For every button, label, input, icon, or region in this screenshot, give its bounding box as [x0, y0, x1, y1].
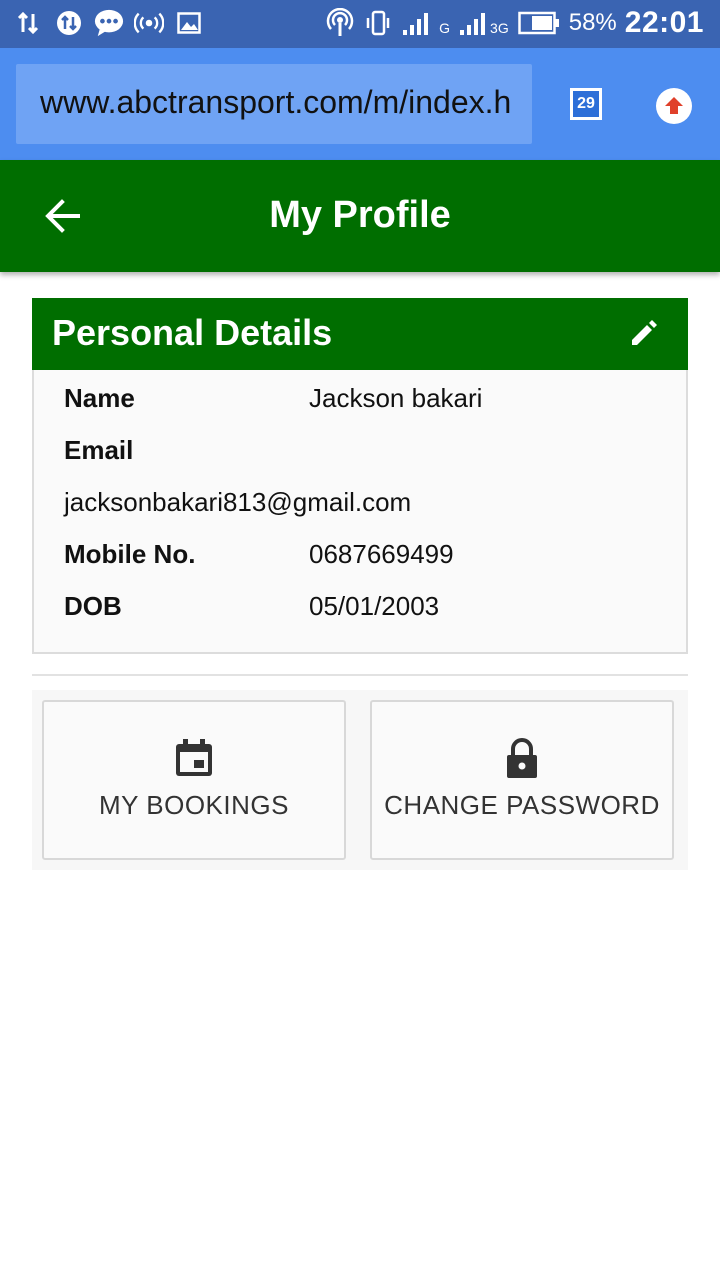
signal-icon-2 — [458, 8, 488, 38]
change-password-label: CHANGE PASSWORD — [384, 790, 660, 820]
vibrate-icon — [363, 8, 393, 38]
battery-icon — [517, 8, 561, 38]
personal-details-card: Personal Details Name Jackson bakari Ema… — [32, 298, 688, 654]
email-value: jacksonbakari813@gmail.com — [64, 487, 412, 517]
card-title: Personal Details — [52, 312, 333, 353]
name-label: Name — [64, 383, 135, 413]
edit-button[interactable] — [628, 316, 660, 348]
pencil-icon — [632, 320, 657, 345]
status-right-icons: G 3G 58% 22:01 — [325, 6, 704, 40]
calendar-icon — [176, 739, 212, 776]
network-type-3g: 3G — [490, 20, 509, 36]
upload-button[interactable] — [656, 88, 692, 124]
card-header: Personal Details — [32, 298, 688, 370]
name-value: Jackson bakari — [309, 383, 483, 413]
dob-value: 05/01/2003 — [309, 591, 440, 621]
tab-switcher-button[interactable]: 29 — [570, 88, 602, 120]
lock-icon — [507, 738, 537, 778]
url-text: www.abctransport.com/m/index.h — [40, 84, 512, 120]
my-bookings-button[interactable]: MY BOOKINGS — [42, 700, 346, 860]
image-icon — [174, 8, 204, 38]
signal-icon — [401, 8, 431, 38]
status-left-icons — [14, 8, 204, 38]
section-divider — [32, 674, 688, 676]
my-bookings-label: MY BOOKINGS — [99, 790, 289, 820]
app-bar: My Profile — [0, 160, 720, 272]
address-bar[interactable]: www.abctransport.com/m/index.h — [16, 64, 532, 144]
hotspot-icon — [134, 8, 164, 38]
profile-actions: MY BOOKINGS CHANGE PASSWORD — [32, 690, 688, 870]
change-password-button[interactable]: CHANGE PASSWORD — [370, 700, 674, 860]
browser-toolbar: www.abctransport.com/m/index.h 29 — [0, 48, 720, 160]
email-label: Email — [64, 435, 134, 465]
dob-label: DOB — [64, 591, 122, 621]
page-title: My Profile — [269, 194, 451, 236]
nfc-icon — [325, 8, 355, 38]
battery-percent: 58% — [568, 9, 617, 36]
network-type-g: G — [439, 20, 451, 36]
status-bar: G 3G 58% 22:01 — [0, 0, 720, 48]
data-transfer-icon — [14, 8, 44, 38]
arrow-up-icon — [665, 97, 683, 114]
mobile-value: 0687669499 — [309, 539, 454, 569]
chat-icon — [94, 8, 124, 38]
data-saver-icon — [54, 8, 84, 38]
mobile-label: Mobile No. — [64, 539, 196, 569]
clock: 22:01 — [624, 6, 704, 39]
